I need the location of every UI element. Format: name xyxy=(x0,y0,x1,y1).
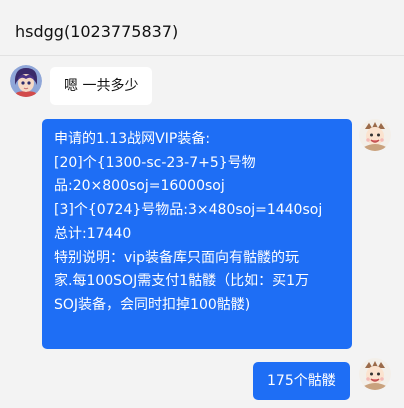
incoming-message-text: 嗯 一共多少 xyxy=(64,78,139,94)
contact-avatar[interactable] xyxy=(10,65,42,97)
self-avatar[interactable] xyxy=(359,119,391,151)
cartoon-character-avatar-icon xyxy=(359,358,391,390)
self-avatar[interactable] xyxy=(359,358,391,390)
anime-character-avatar-icon xyxy=(10,65,42,97)
message-line: 特别说明：vip装备库只面向有骷髅的玩 xyxy=(54,249,300,266)
contact-name-title: hsdgg(1023775837) xyxy=(15,22,179,41)
outgoing-message-bubble[interactable]: 申请的1.13战网VIP装备: [20]个{1300-sc-23-7+5}号物 … xyxy=(42,119,352,349)
message-line: 申请的1.13战网VIP装备: xyxy=(54,131,211,147)
message-line: [3]个{0724}号物品:3×480soj=1440soj xyxy=(54,202,323,219)
message-line: 品:20×800soj=16000soj xyxy=(54,178,225,195)
incoming-message-bubble[interactable]: 嗯 一共多少 xyxy=(50,67,153,105)
message-line: 家.每100SOJ需支付1骷髅（比如：买1万 xyxy=(54,273,310,290)
outgoing-reply-text: 175个骷髅 xyxy=(267,373,336,389)
chat-header: hsdgg(1023775837) xyxy=(0,0,404,56)
message-line: [20]个{1300-sc-23-7+5}号物 xyxy=(54,154,256,171)
message-line: 总计:17440 xyxy=(54,225,132,242)
cartoon-character-avatar-icon xyxy=(359,119,391,151)
message-line: SOJ装备，会同时扣掉100骷髅) xyxy=(54,296,251,313)
outgoing-reply-bubble[interactable]: 175个骷髅 xyxy=(253,362,350,400)
